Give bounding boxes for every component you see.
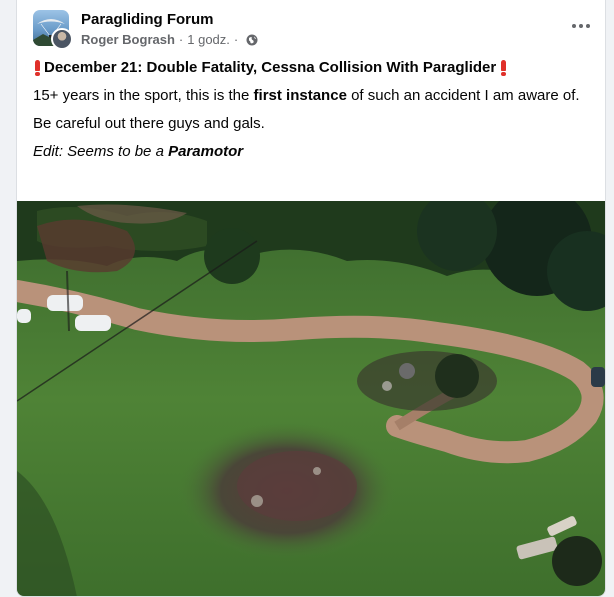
post-card: Paragliding Forum Roger Bogrash · 1 godz… [16, 0, 606, 597]
meta-separator-2: · [233, 32, 239, 47]
author-link[interactable]: Roger Bogrash [81, 32, 175, 47]
aerial-crash-photo [17, 201, 605, 596]
edit-bold-text: Paramotor [168, 143, 244, 160]
post-edit-note: Edit: Seems to be a Paramotor [33, 142, 593, 162]
more-options-icon [572, 24, 576, 28]
p1-text-start: 15+ years in the sport, this is the [33, 87, 254, 104]
p1-bold-text: first instance [253, 87, 347, 104]
post-photo[interactable] [17, 201, 605, 596]
meta-separator: · [178, 32, 184, 47]
more-dot [579, 24, 583, 28]
user-avatar[interactable] [51, 28, 73, 50]
post-body: December 21: Double Fatality, Cessna Col… [33, 58, 593, 162]
p1-text-end: of such an accident I am aware of. [346, 87, 580, 104]
globe-icon[interactable] [246, 34, 258, 46]
red-exclamation-icon [501, 60, 507, 76]
red-exclamation-icon [35, 60, 40, 76]
post-paragraph-2: Be careful out there guys and gals. [33, 115, 265, 132]
avatar[interactable] [33, 10, 73, 50]
more-dot [586, 24, 590, 28]
post-title: December 21: Double Fatality, Cessna Col… [44, 59, 497, 76]
post-meta: Roger Bogrash · 1 godz. · [81, 32, 258, 47]
post-timestamp[interactable]: 1 godz. [187, 32, 230, 47]
more-options-button[interactable] [567, 16, 595, 36]
edit-prefix: Edit: Seems to be a [33, 143, 169, 160]
post-header: Paragliding Forum Roger Bogrash · 1 godz… [33, 10, 590, 50]
post-paragraph-1: 15+ years in the sport, this is the firs… [33, 86, 593, 106]
group-name-link[interactable]: Paragliding Forum [81, 11, 214, 28]
post-title-line: December 21: Double Fatality, Cessna Col… [33, 58, 593, 78]
